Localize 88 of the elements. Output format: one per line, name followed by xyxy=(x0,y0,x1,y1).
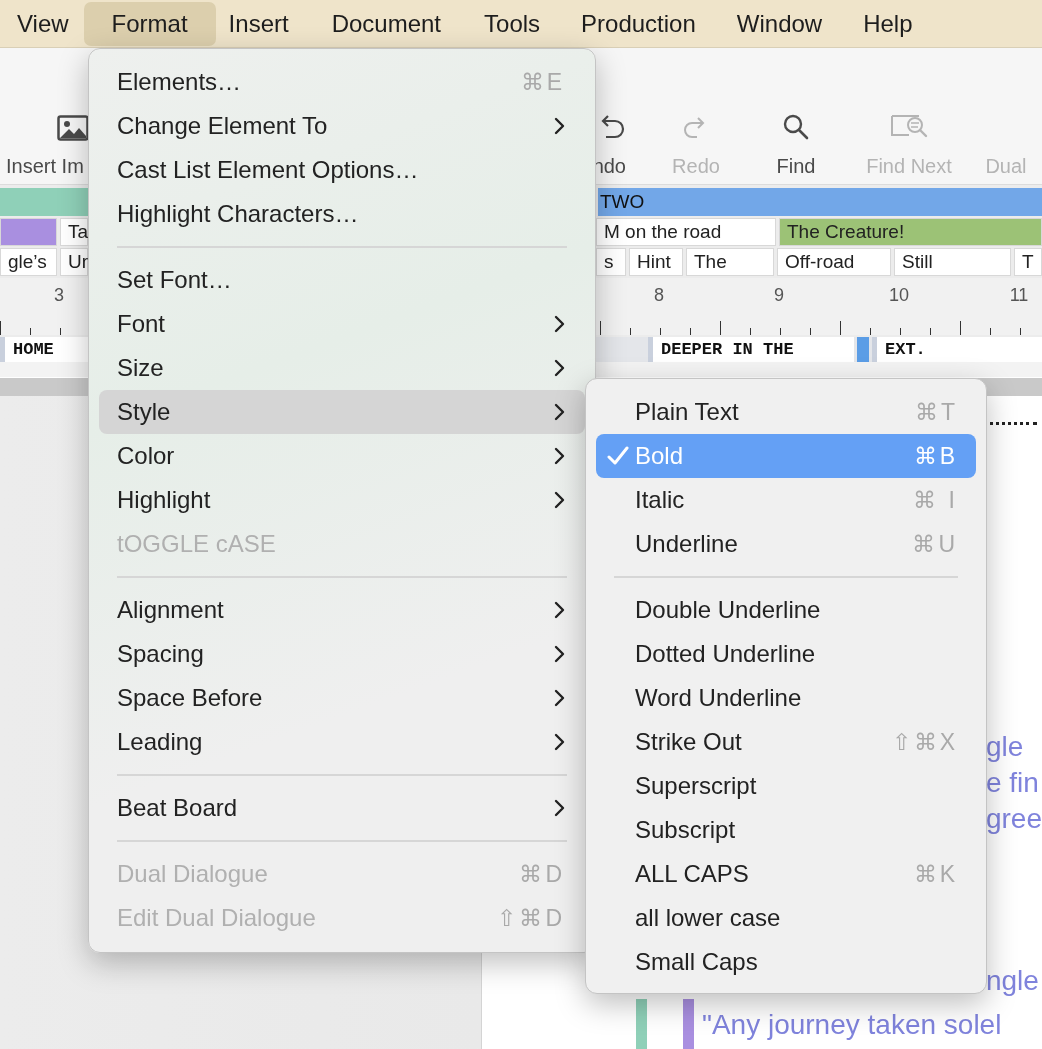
menu-item[interactable]: Plain Text ⌘T xyxy=(596,390,976,434)
index-card[interactable]: Off-road xyxy=(777,248,891,276)
menu-bar-item[interactable]: Insert xyxy=(216,1,317,46)
menu-item[interactable]: Dotted Underline xyxy=(596,632,976,676)
menu-item[interactable]: Spacing xyxy=(99,632,585,676)
shortcut-label: ⇧⌘D xyxy=(497,904,565,932)
script-line: "Any journey taken solel xyxy=(701,1008,1002,1042)
beat-card[interactable] xyxy=(0,218,57,246)
index-card[interactable]: The xyxy=(686,248,774,276)
menu-item[interactable]: Double Underline xyxy=(596,588,976,632)
script-line: e fin xyxy=(985,766,1039,800)
shortcut-label: ⌘ I xyxy=(913,486,958,514)
menu-item[interactable]: ALL CAPS ⌘K xyxy=(596,852,976,896)
shortcut-label: ⌘E xyxy=(520,68,565,96)
chevron-icon xyxy=(554,601,565,619)
scene-tab[interactable]: HOME xyxy=(0,337,88,362)
menu-item[interactable]: Size xyxy=(99,346,585,390)
menu-bar-item[interactable]: Format xyxy=(83,1,216,46)
index-card[interactable]: gle’s xyxy=(0,248,57,276)
beat-card[interactable]: The Creature! xyxy=(779,218,1042,246)
menu-item[interactable]: Change Element To xyxy=(99,104,585,148)
ruler-number: 3 xyxy=(53,284,65,307)
search-icon xyxy=(782,113,810,141)
shortcut-label: ⌘T xyxy=(914,398,958,426)
menu-bar-item[interactable]: Window xyxy=(716,1,843,46)
chevron-icon xyxy=(554,799,565,817)
menu-item[interactable]: Underline ⌘U xyxy=(596,522,976,566)
check-icon xyxy=(606,446,629,466)
menu-item[interactable]: Small Caps xyxy=(596,940,976,984)
act-bar[interactable] xyxy=(0,188,88,216)
menu-item[interactable]: Font xyxy=(99,302,585,346)
index-card[interactable]: Ur xyxy=(60,248,88,276)
index-card[interactable]: s xyxy=(596,248,626,276)
menu-item[interactable]: Color xyxy=(99,434,585,478)
menu-item[interactable]: Elements… ⌘E xyxy=(99,60,585,104)
index-card[interactable]: Hint xyxy=(629,248,683,276)
ruler-number: 10 xyxy=(888,284,910,307)
toolbar-button[interactable]: Find xyxy=(744,48,848,184)
chevron-icon xyxy=(554,403,565,421)
shortcut-label: ⌘B xyxy=(913,442,958,470)
index-card[interactable]: T xyxy=(1014,248,1042,276)
scene-tab[interactable]: EXT. xyxy=(872,337,1042,362)
menu-item[interactable]: Cast List Element Options… xyxy=(99,148,585,192)
beat-card[interactable]: Ta xyxy=(60,218,88,246)
chevron-icon xyxy=(554,359,565,377)
menu-bar-item[interactable]: Document xyxy=(317,1,464,46)
shortcut-label: ⌘D xyxy=(519,860,565,888)
index-card[interactable]: Still xyxy=(894,248,1011,276)
menu-bar-item[interactable]: Tools xyxy=(464,1,561,46)
menu-item[interactable]: Highlight xyxy=(99,478,585,522)
ruler-number: 8 xyxy=(653,284,665,307)
beat-card[interactable]: M on the road xyxy=(596,218,776,246)
scene-tab[interactable]: DEEPER IN THE xyxy=(648,337,854,362)
ruler-number: 11 xyxy=(1008,284,1030,307)
chevron-icon xyxy=(554,315,565,333)
script-line: gle xyxy=(985,730,1024,764)
chevron-icon xyxy=(554,491,565,509)
ruler-number: 9 xyxy=(773,284,785,307)
script-line: ngle xyxy=(985,964,1039,998)
shortcut-label: ⇧⌘X xyxy=(891,728,958,756)
menu-item[interactable]: Style xyxy=(99,390,585,434)
chevron-icon xyxy=(554,733,565,751)
chevron-icon xyxy=(554,447,565,465)
script-line: gree xyxy=(985,802,1042,836)
image-icon xyxy=(57,115,89,141)
menu-item[interactable]: Word Underline xyxy=(596,676,976,720)
menu-item[interactable]: Strike Out ⇧⌘X xyxy=(596,720,976,764)
menu-item[interactable]: Subscript xyxy=(596,808,976,852)
menu-item[interactable]: Highlight Characters… xyxy=(99,192,585,236)
chevron-icon xyxy=(554,117,565,135)
menu-item[interactable]: Leading xyxy=(99,720,585,764)
shortcut-label: ⌘K xyxy=(913,860,958,888)
act-bar[interactable]: TWO xyxy=(598,188,1042,216)
menu-item[interactable]: Beat Board xyxy=(99,786,585,830)
menu-item[interactable]: all lower case xyxy=(596,896,976,940)
chevron-icon xyxy=(554,645,565,663)
menu-bar-item[interactable]: Production xyxy=(561,1,716,46)
menu-item[interactable]: Space Before xyxy=(99,676,585,720)
menu-item[interactable]: Set Font… xyxy=(99,258,585,302)
menu-item[interactable]: Superscript xyxy=(596,764,976,808)
menu-item[interactable]: Alignment xyxy=(99,588,585,632)
beat-bar xyxy=(635,999,647,1049)
menu-item[interactable]: Italic ⌘ I xyxy=(596,478,976,522)
beat-bar xyxy=(682,999,694,1049)
shortcut-label: ⌘U xyxy=(912,530,958,558)
menu-bar-item[interactable]: Help xyxy=(843,1,933,46)
chevron-icon xyxy=(554,689,565,707)
menu-bar-item[interactable]: View xyxy=(0,1,83,46)
